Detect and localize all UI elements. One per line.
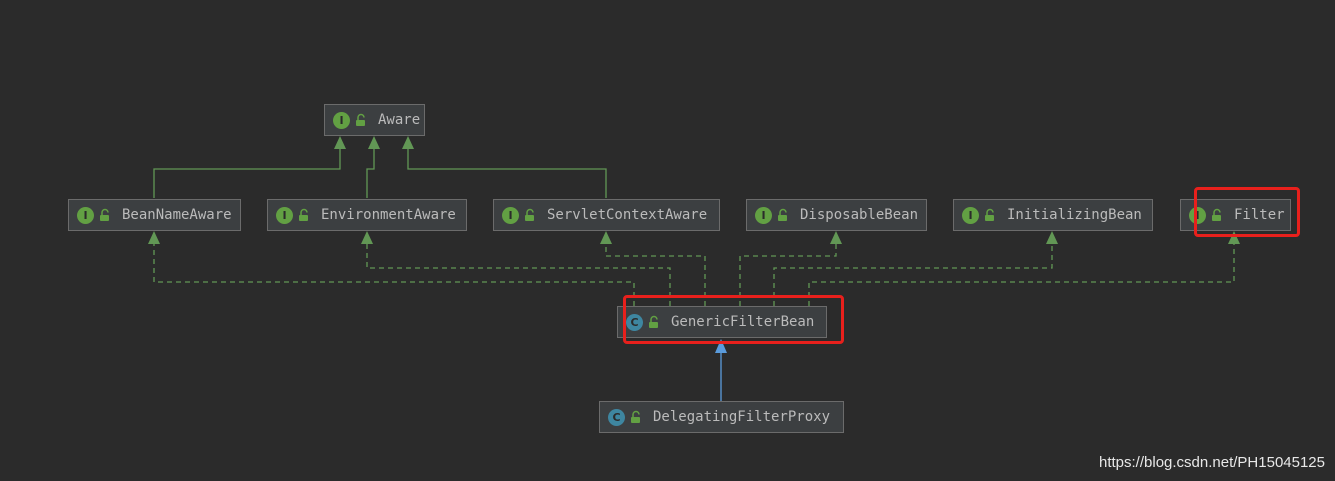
arrowhead — [1228, 231, 1240, 244]
node-aware[interactable]: I Aware — [324, 104, 425, 136]
public-lock-icon — [356, 113, 365, 126]
arrowhead — [148, 231, 160, 244]
class-badge-icon: C — [608, 408, 625, 426]
watermark: https://blog.csdn.net/PH15045125 — [1099, 454, 1325, 471]
arrowhead — [1046, 231, 1058, 244]
edge-gfb-servletcontextaware — [605, 243, 706, 306]
arrowhead — [830, 231, 842, 244]
interface-badge-icon: I — [502, 206, 519, 224]
public-lock-icon — [631, 410, 640, 423]
node-label: GenericFilterBean — [671, 314, 815, 330]
arrowhead — [361, 231, 373, 244]
node-label: InitializingBean — [1007, 207, 1142, 223]
arrowhead — [600, 231, 612, 244]
node-label: ServletContextAware — [547, 207, 708, 223]
node-servlet-context-aware[interactable]: I ServletContextAware — [493, 199, 720, 231]
public-lock-icon — [985, 208, 994, 221]
edge-environmentaware-aware — [366, 148, 375, 198]
public-lock-icon — [1212, 208, 1221, 221]
public-lock-icon — [299, 208, 308, 221]
class-badge-icon: C — [626, 313, 643, 331]
node-environment-aware[interactable]: I EnvironmentAware — [267, 199, 467, 231]
interface-badge-icon: I — [333, 111, 350, 129]
public-lock-icon — [649, 315, 658, 328]
node-initializing-bean[interactable]: I InitializingBean — [953, 199, 1153, 231]
interface-badge-icon: I — [1189, 206, 1206, 224]
node-delegating-filter-proxy[interactable]: C DelegatingFilterProxy — [599, 401, 844, 433]
edge-servletcontextaware-aware — [407, 148, 607, 198]
node-label: DisposableBean — [800, 207, 919, 223]
node-bean-name-aware[interactable]: I BeanNameAware — [68, 199, 241, 231]
node-disposable-bean[interactable]: I DisposableBean — [746, 199, 927, 231]
edge-gfb-initializingbean — [773, 243, 1053, 306]
node-label: Aware — [378, 112, 421, 128]
edge-gfb-filter — [808, 243, 1235, 306]
public-lock-icon — [100, 208, 109, 221]
arrowhead — [368, 136, 380, 149]
node-filter[interactable]: I Filter — [1180, 199, 1291, 231]
node-label: EnvironmentAware — [321, 207, 456, 223]
node-label: DelegatingFilterProxy — [653, 409, 831, 425]
node-label: Filter — [1234, 207, 1285, 223]
interface-badge-icon: I — [755, 206, 772, 224]
edge-gfb-disposablebean — [739, 243, 837, 306]
edge-gfb-beannameaware — [153, 243, 635, 306]
interface-badge-icon: I — [77, 206, 94, 224]
node-label: BeanNameAware — [122, 207, 232, 223]
public-lock-icon — [525, 208, 534, 221]
node-generic-filter-bean[interactable]: C GenericFilterBean — [617, 306, 827, 338]
interface-badge-icon: I — [962, 206, 979, 224]
arrowhead — [334, 136, 346, 149]
edge-beannameaware-aware — [153, 148, 341, 198]
arrowhead — [402, 136, 414, 149]
public-lock-icon — [778, 208, 787, 221]
edge-gfb-environmentaware — [366, 243, 671, 306]
interface-badge-icon: I — [276, 206, 293, 224]
arrowhead — [715, 339, 727, 353]
